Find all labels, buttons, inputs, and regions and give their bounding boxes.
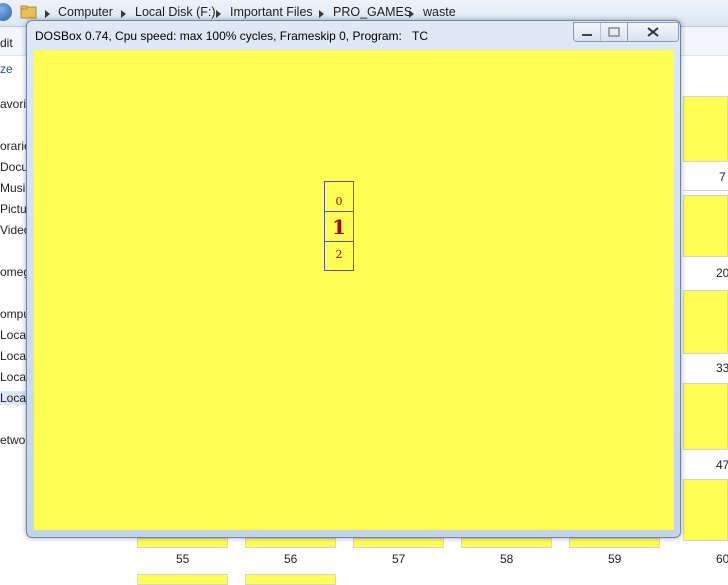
option-2[interactable]: 2 xyxy=(325,242,353,271)
file-label[interactable]: 57 xyxy=(392,552,405,566)
program-name: TC xyxy=(412,29,428,43)
file-label[interactable]: 47 xyxy=(716,458,728,472)
dos-screen[interactable] xyxy=(34,50,674,530)
breadcrumb-pro-games[interactable]: PRO_GAMES xyxy=(333,5,412,19)
file-thumbnail[interactable] xyxy=(137,538,228,548)
breadcrumb-waste[interactable]: waste xyxy=(423,5,456,19)
chevron-right-icon[interactable] xyxy=(409,10,414,18)
breadcrumb-local-disk[interactable]: Local Disk (F:) xyxy=(135,5,216,19)
file-thumbnail[interactable] xyxy=(461,538,552,548)
close-icon xyxy=(647,27,659,37)
maximize-icon xyxy=(608,27,620,37)
option-0[interactable]: 0 xyxy=(325,182,353,212)
navigation-pane: avorite orarie Docu Musi Pictu Video ome… xyxy=(0,80,36,585)
close-button[interactable] xyxy=(627,23,678,41)
file-thumbnail[interactable] xyxy=(683,290,728,354)
sidebar-item-pictures[interactable]: Pictu xyxy=(0,202,27,216)
chevron-right-icon[interactable] xyxy=(121,10,126,18)
file-thumbnail[interactable] xyxy=(683,479,728,541)
minimize-button[interactable] xyxy=(574,23,600,41)
file-label[interactable]: 20 xyxy=(716,266,728,280)
file-thumbnail[interactable] xyxy=(353,538,444,548)
window-controls xyxy=(573,22,679,42)
file-thumbnail[interactable] xyxy=(245,538,336,548)
file-thumbnail[interactable] xyxy=(683,383,728,450)
sidebar-item-local-disk[interactable]: Local xyxy=(0,349,29,363)
file-thumbnail[interactable] xyxy=(683,96,728,162)
sidebar-item-local-disk[interactable]: Local xyxy=(0,328,29,342)
chevron-right-icon[interactable] xyxy=(45,10,50,18)
file-label[interactable]: 58 xyxy=(500,552,513,566)
file-thumbnail[interactable] xyxy=(569,538,660,548)
chevron-right-icon[interactable] xyxy=(216,10,221,18)
breadcrumb-computer[interactable]: Computer xyxy=(58,5,113,19)
minimize-icon xyxy=(582,34,592,36)
divider xyxy=(683,190,728,191)
file-thumbnail[interactable] xyxy=(683,195,728,257)
number-selector[interactable]: 0 1 2 xyxy=(324,181,354,271)
file-label[interactable]: 56 xyxy=(284,552,297,566)
file-label[interactable]: 60 xyxy=(716,552,728,566)
sidebar-item-local-disk-selected[interactable]: Local xyxy=(0,391,29,405)
sidebar-item-local-disk[interactable]: Local xyxy=(0,370,29,384)
chevron-right-icon[interactable] xyxy=(319,10,324,18)
breadcrumb-important-files[interactable]: Important Files xyxy=(230,5,313,19)
sidebar-item-music[interactable]: Musi xyxy=(0,181,25,195)
sidebar-item-network[interactable]: etwor xyxy=(0,433,29,447)
file-label[interactable]: 55 xyxy=(176,552,189,566)
file-label[interactable]: 59 xyxy=(608,552,621,566)
back-button[interactable] xyxy=(0,3,12,21)
file-thumbnail[interactable] xyxy=(137,574,228,585)
folder-icon xyxy=(20,5,37,19)
file-label[interactable]: 33 xyxy=(716,361,728,375)
sidebar-item-documents[interactable]: Docu xyxy=(0,160,28,174)
file-thumbnail[interactable] xyxy=(245,574,336,585)
organize-button[interactable]: ze xyxy=(0,62,13,76)
edit-menu[interactable]: dit xyxy=(0,36,13,50)
option-1-selected[interactable]: 1 xyxy=(325,212,353,242)
window-title: DOSBox 0.74, Cpu speed: max 100% cycles,… xyxy=(35,29,402,43)
maximize-button[interactable] xyxy=(600,23,627,41)
file-label[interactable]: 7 xyxy=(719,170,726,184)
